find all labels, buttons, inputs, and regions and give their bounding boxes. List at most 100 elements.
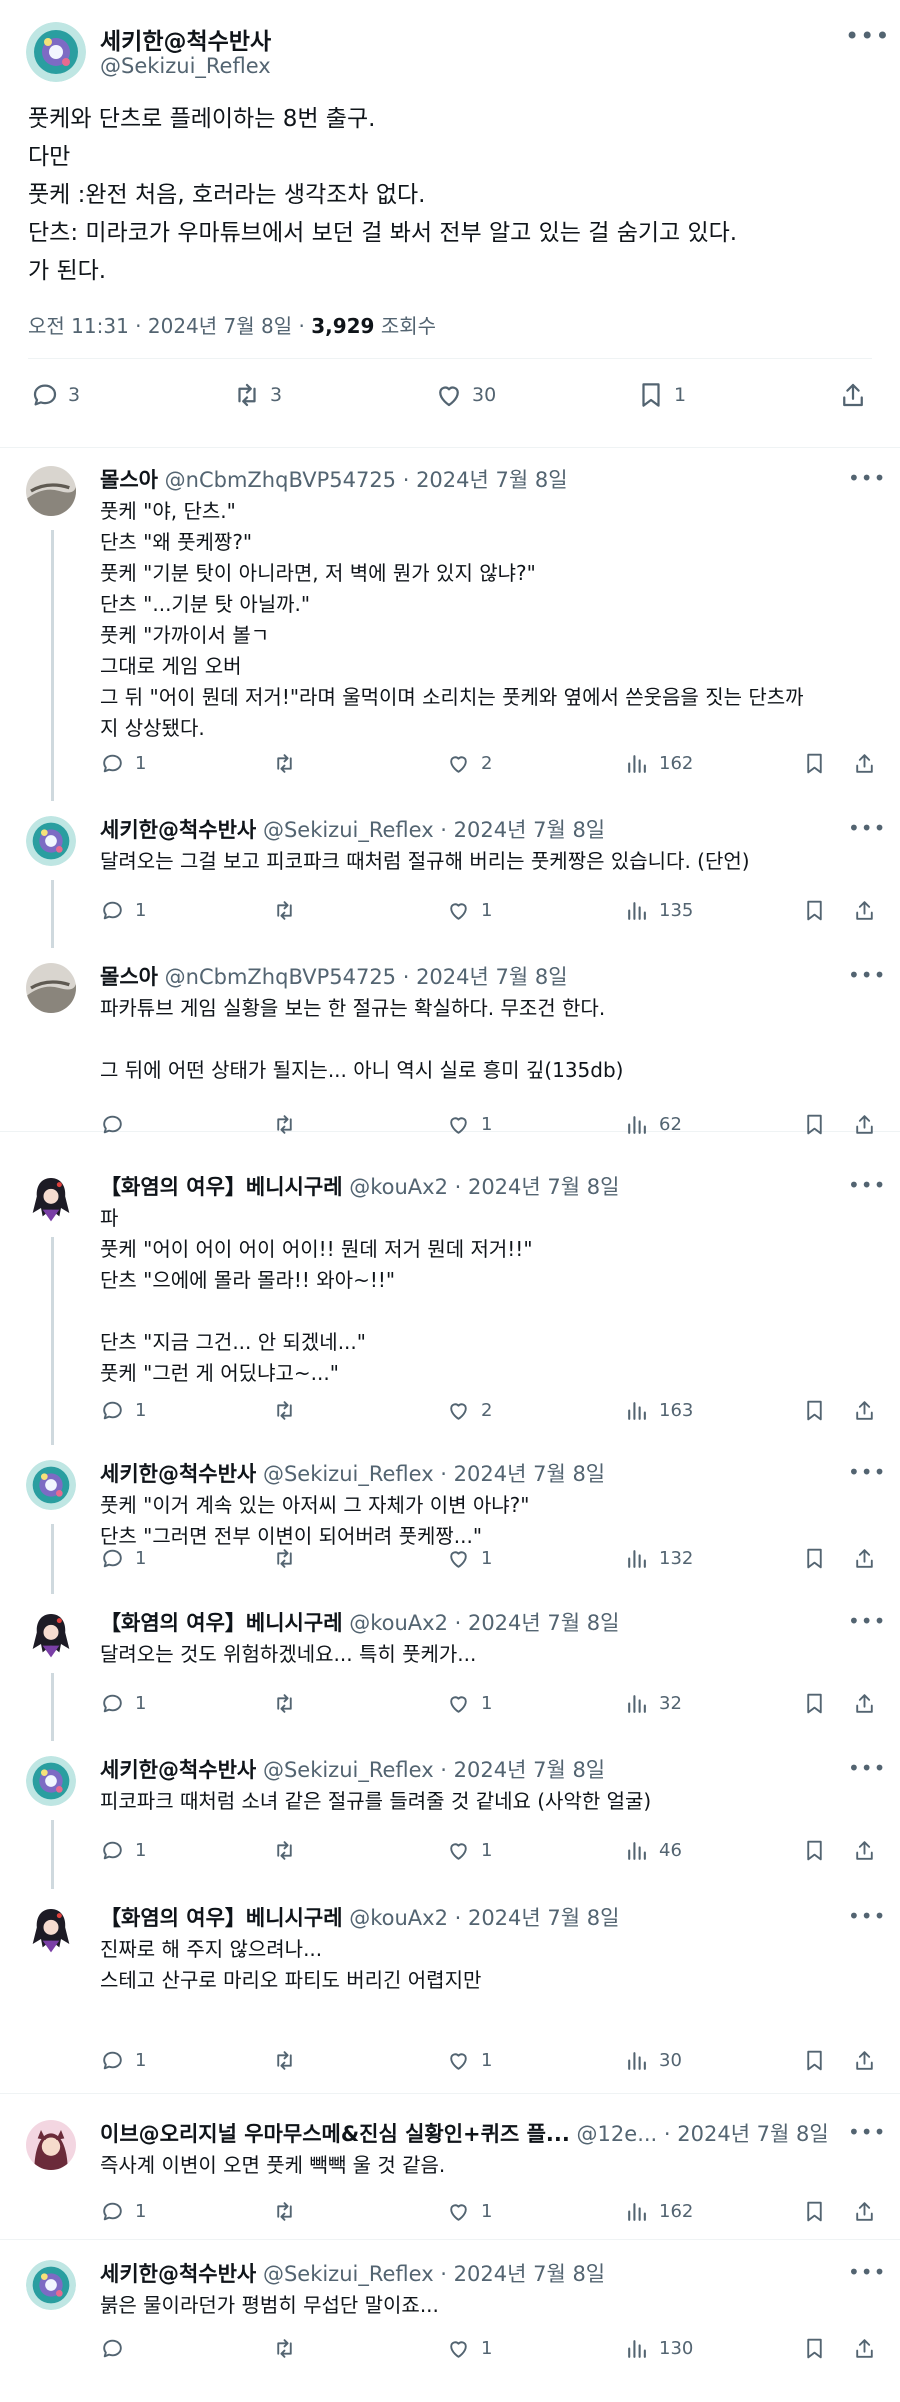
bookmark-button[interactable] — [802, 1112, 837, 1137]
retweet-button[interactable] — [272, 2048, 307, 2073]
bookmark-button[interactable] — [802, 1546, 837, 1571]
author-name[interactable]: 세키한@척수반사 — [100, 22, 271, 56]
share-button[interactable] — [852, 898, 887, 923]
reply[interactable]: 이브@오리지널 우마무스메&진심 실황인+퀴즈 플... @12e... · 2… — [0, 2104, 900, 2240]
reply-author-handle[interactable]: @kouAx2 — [349, 1611, 448, 1635]
share-button[interactable] — [852, 1691, 887, 1716]
views-button[interactable]: 135 — [624, 898, 693, 923]
reply-author-handle[interactable]: @nCbmZhqBVP54725 — [165, 468, 396, 492]
reply-author-handle[interactable]: @Sekizui_Reflex — [263, 818, 434, 842]
reply-author-handle[interactable]: @kouAx2 — [349, 1906, 448, 1930]
share-button[interactable] — [852, 2336, 887, 2361]
author-handle[interactable]: @Sekizui_Reflex — [100, 54, 271, 78]
retweet-button[interactable] — [272, 1546, 307, 1571]
post-time[interactable]: 오전 11:31 · 2024년 7월 8일 · — [28, 314, 311, 338]
reply-avatar[interactable] — [26, 2260, 76, 2310]
reply-author-name[interactable]: 이브@오리지널 우마무스메&진심 실황인+퀴즈 플... — [100, 2122, 570, 2146]
retweet-button[interactable] — [272, 2336, 307, 2361]
reply-avatar[interactable] — [26, 1756, 76, 1806]
retweet-button[interactable] — [272, 898, 307, 923]
reply-author-handle[interactable]: @nCbmZhqBVP54725 — [165, 965, 396, 989]
reply-date[interactable]: · 2024년 7월 8일 — [448, 1175, 620, 1199]
reply[interactable]: 세키한@척수반사 @Sekizui_Reflex · 2024년 7월 8일 ••… — [0, 2244, 900, 2402]
reply-avatar[interactable] — [26, 1609, 76, 1659]
bookmark-button[interactable] — [802, 2199, 837, 2224]
views-button[interactable]: 32 — [624, 1691, 682, 1716]
more-icon[interactable]: ••• — [848, 1611, 886, 1631]
views-button[interactable]: 30 — [624, 2048, 682, 2073]
retweet-button[interactable] — [272, 1838, 307, 1863]
reply-author-name[interactable]: 세키한@척수반사 — [100, 1758, 256, 1782]
more-icon[interactable]: ••• — [848, 965, 886, 985]
share-button[interactable] — [852, 1838, 887, 1863]
like-button[interactable]: 1 — [446, 1838, 492, 1863]
share-button[interactable] — [852, 2048, 887, 2073]
share-button[interactable] — [852, 2199, 887, 2224]
reply-button[interactable]: 3 — [30, 380, 80, 410]
reply-button[interactable]: 1 — [100, 1691, 146, 1716]
retweet-button[interactable] — [272, 751, 307, 776]
bookmark-button[interactable] — [802, 751, 837, 776]
like-button[interactable]: 2 — [446, 751, 492, 776]
reply-button[interactable]: 1 — [100, 751, 146, 776]
reply-author-handle[interactable]: @Sekizui_Reflex — [263, 1462, 434, 1486]
reply[interactable]: 【화염의 여우】베니시구레 @kouAx2 · 2024년 7월 8일 ••• 진짜… — [0, 1888, 900, 2094]
reply-button[interactable]: 1 — [100, 898, 146, 923]
share-button[interactable] — [838, 380, 876, 410]
reply-avatar[interactable] — [26, 1173, 76, 1223]
bookmark-button[interactable] — [802, 2048, 837, 2073]
bookmark-button[interactable]: 1 — [636, 380, 686, 410]
reply-date[interactable]: · 2024년 7월 8일 — [396, 965, 568, 989]
like-button[interactable]: 1 — [446, 1546, 492, 1571]
reply-button[interactable] — [100, 2336, 135, 2361]
reply-author-name[interactable]: 세키한@척수반사 — [100, 1462, 256, 1486]
reply-author-name[interactable]: 세키한@척수반사 — [100, 2262, 256, 2286]
views-button[interactable]: 62 — [624, 1112, 682, 1137]
reply-avatar[interactable] — [26, 466, 76, 516]
reply-author-name[interactable]: 세키한@척수반사 — [100, 818, 256, 842]
retweet-button[interactable] — [272, 1398, 307, 1423]
more-icon[interactable]: ••• — [848, 1758, 886, 1778]
reply-date[interactable]: · 2024년 7월 8일 — [657, 2122, 829, 2146]
more-icon[interactable]: ••• — [848, 2122, 886, 2142]
views-button[interactable]: 132 — [624, 1546, 693, 1571]
more-icon[interactable]: ••• — [848, 818, 886, 838]
share-button[interactable] — [852, 1112, 887, 1137]
reply-button[interactable]: 1 — [100, 1838, 146, 1863]
reply[interactable]: 몰스아 @nCbmZhqBVP54725 · 2024년 7월 8일 ••• 파카튜… — [0, 947, 900, 1135]
reply-date[interactable]: · 2024년 7월 8일 — [448, 1611, 620, 1635]
share-button[interactable] — [852, 1546, 887, 1571]
reply[interactable]: 세키한@척수반사 @Sekizui_Reflex · 2024년 7월 8일 ••… — [0, 1740, 900, 1889]
like-button[interactable]: 1 — [446, 1112, 492, 1137]
reply[interactable]: 【화염의 여우】베니시구레 @kouAx2 · 2024년 7월 8일 ••• 달려… — [0, 1593, 900, 1741]
reply-button[interactable] — [100, 1112, 135, 1137]
more-icon[interactable]: ••• — [845, 24, 890, 48]
reply[interactable]: 몰스아 @nCbmZhqBVP54725 · 2024년 7월 8일 ••• 풋케 … — [0, 450, 900, 801]
reply-date[interactable]: · 2024년 7월 8일 — [448, 1906, 620, 1930]
like-button[interactable]: 1 — [446, 898, 492, 923]
reply-date[interactable]: · 2024년 7월 8일 — [396, 468, 568, 492]
reply-avatar[interactable] — [26, 1460, 76, 1510]
like-button[interactable]: 1 — [446, 2048, 492, 2073]
more-icon[interactable]: ••• — [848, 468, 886, 488]
like-button[interactable]: 1 — [446, 2199, 492, 2224]
bookmark-button[interactable] — [802, 898, 837, 923]
reply-button[interactable]: 1 — [100, 1546, 146, 1571]
retweet-button[interactable] — [272, 2199, 307, 2224]
bookmark-button[interactable] — [802, 1838, 837, 1863]
author-avatar[interactable] — [26, 22, 86, 82]
reply-button[interactable]: 1 — [100, 2199, 146, 2224]
reply-button[interactable]: 1 — [100, 1398, 146, 1423]
reply-button[interactable]: 1 — [100, 2048, 146, 2073]
reply[interactable]: 세키한@척수반사 @Sekizui_Reflex · 2024년 7월 8일 ••… — [0, 800, 900, 948]
reply-author-handle[interactable]: @12e... — [577, 2122, 658, 2146]
views-button[interactable]: 163 — [624, 1398, 693, 1423]
views-button[interactable]: 162 — [624, 2199, 693, 2224]
like-button[interactable]: 1 — [446, 2336, 492, 2361]
bookmark-button[interactable] — [802, 2336, 837, 2361]
retweet-button[interactable] — [272, 1112, 307, 1137]
bookmark-button[interactable] — [802, 1398, 837, 1423]
share-button[interactable] — [852, 751, 887, 776]
reply-avatar[interactable] — [26, 816, 76, 866]
like-button[interactable]: 30 — [434, 380, 496, 410]
